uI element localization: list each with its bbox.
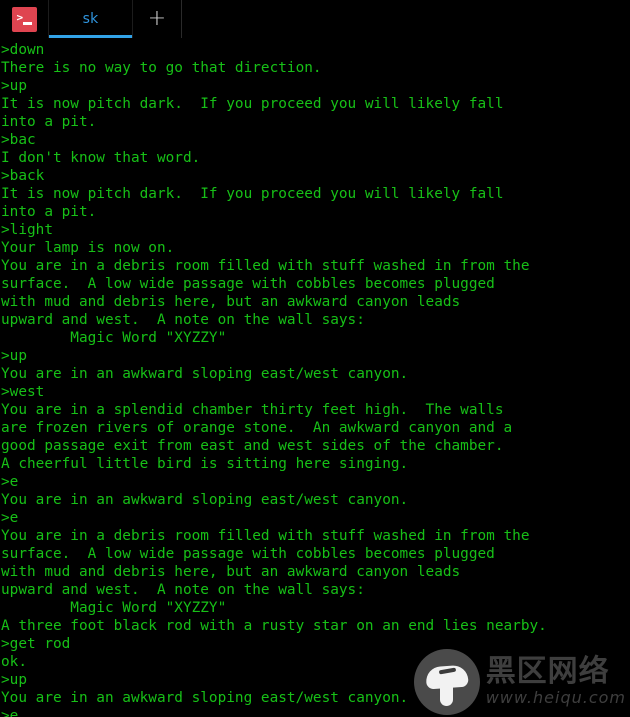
terminal-prompt-icon[interactable]: > [11,6,37,32]
plus-icon: + [147,6,167,31]
tab-bar: > sk + [0,0,630,38]
app-icon-cell: > [0,0,48,38]
terminal-screen[interactable]: >down There is no way to go that directi… [0,38,630,717]
tab-bar-empty-area [182,0,630,38]
prompt-underscore-glyph [22,21,32,25]
terminal-output: >down There is no way to go that directi… [1,42,547,717]
tab-label: sk [82,11,99,27]
new-tab-button[interactable]: + [133,0,182,38]
tab-sk[interactable]: sk [48,0,133,38]
